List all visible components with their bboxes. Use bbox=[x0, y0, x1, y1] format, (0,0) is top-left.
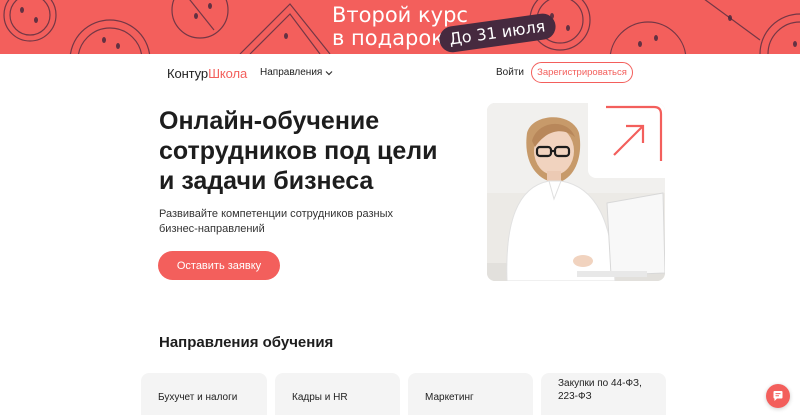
directions-section-title: Направления обучения bbox=[159, 334, 334, 351]
direction-card-marketing[interactable]: Маркетинг bbox=[408, 373, 533, 415]
hero-title-line1: Онлайн-обучение bbox=[159, 107, 380, 135]
direction-card-label-line2: 223-ФЗ bbox=[558, 391, 592, 402]
register-button[interactable]: Зарегистрироваться bbox=[531, 62, 633, 83]
logo[interactable]: КонтурШкола bbox=[167, 66, 247, 81]
direction-card-hr[interactable]: Кадры и HR bbox=[275, 373, 400, 415]
directions-cards: Бухучет и налоги Кадры и HR Маркетинг За… bbox=[0, 373, 800, 415]
direction-card-label-line1: Закупки по 44-ФЗ, bbox=[558, 378, 642, 389]
hero-title-line3: и задачи бизнеса bbox=[159, 167, 374, 195]
hero-subtitle: Развивайте компетенции сотрудников разны… bbox=[159, 208, 394, 235]
chevron-down-icon bbox=[325, 70, 333, 75]
direction-card-accounting[interactable]: Бухучет и налоги bbox=[141, 373, 267, 415]
site-header: КонтурШкола Направления Войти Зарегистри… bbox=[0, 54, 800, 92]
logo-part1: Контур bbox=[167, 66, 209, 81]
directions-menu-label: Направления bbox=[260, 67, 323, 78]
leave-request-button[interactable]: Оставить заявку bbox=[158, 251, 280, 280]
direction-card-procurement[interactable]: Закупки по 44-ФЗ, 223-ФЗ bbox=[541, 373, 666, 415]
chat-icon bbox=[773, 391, 783, 401]
hero-title: Онлайн-обучение сотрудников под цели и з… bbox=[159, 106, 479, 196]
login-link[interactable]: Войти bbox=[496, 67, 524, 78]
directions-menu[interactable]: Направления bbox=[260, 67, 333, 78]
direction-card-label: Кадры и HR bbox=[292, 392, 348, 403]
promo-banner[interactable]: Второй курс в подарок До 31 июля bbox=[0, 0, 800, 54]
chat-button[interactable] bbox=[766, 384, 790, 408]
logo-part2: Школа bbox=[208, 66, 248, 81]
hero-title-line2: сотрудников под цели bbox=[159, 137, 438, 165]
arrow-card bbox=[588, 103, 665, 178]
direction-card-label: Маркетинг bbox=[425, 392, 474, 403]
arrow-up-right-icon bbox=[606, 105, 663, 161]
direction-card-label: Бухучет и налоги bbox=[158, 392, 238, 403]
promo-title-line1: Второй курс bbox=[332, 3, 468, 27]
